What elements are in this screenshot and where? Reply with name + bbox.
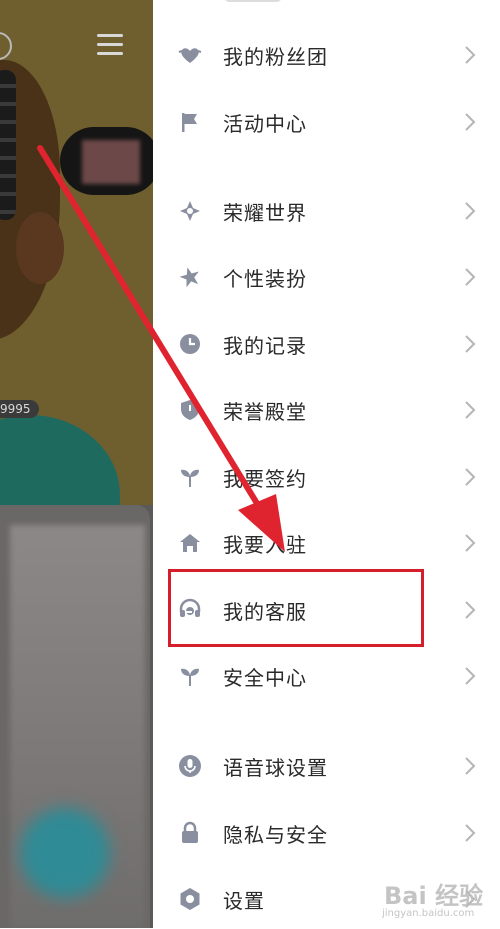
chevron-right-icon <box>462 754 478 778</box>
menu-item-label: 个性装扮 <box>223 266 307 291</box>
menu-item-activity-center[interactable]: 活动中心 <box>153 92 500 152</box>
home-icon <box>177 530 203 556</box>
sprout-icon <box>177 464 203 490</box>
menu-item-fan-club[interactable]: 我的粉丝团 <box>153 25 500 85</box>
watermark-logo: Bai 经验 <box>384 882 484 910</box>
shield-icon <box>177 397 203 423</box>
menu-item-glory-world[interactable]: 荣耀世界 <box>153 181 500 241</box>
background-count-badge: 9995 <box>0 400 39 418</box>
background-blurred-image <box>82 140 140 184</box>
menu-item-settle-in[interactable]: 我要入驻 <box>153 513 500 573</box>
baidu-jingyan-watermark: Bai 经验 jingyan.baidu.com <box>382 876 500 928</box>
hamburger-menu-icon[interactable] <box>97 34 123 61</box>
menu-item-label: 我的记录 <box>223 333 307 358</box>
menu-item-privacy-security[interactable]: 隐私与安全 <box>153 803 500 863</box>
menu-item-label: 设置 <box>223 888 265 913</box>
menu-item-security-center[interactable]: 安全中心 <box>153 646 500 706</box>
background-blurred-blob <box>20 808 110 898</box>
side-drawer-menu: 我的粉丝团 活动中心 荣耀世界 个性装扮 我的记录 荣誉殿堂 我要签约 我要入驻… <box>153 0 500 928</box>
star-icon <box>177 264 203 290</box>
menu-item-personalization[interactable]: 个性装扮 <box>153 247 500 307</box>
menu-item-label: 我要入驻 <box>223 532 307 557</box>
chevron-right-icon <box>462 531 478 555</box>
cut-off-top-item <box>223 0 283 2</box>
chevron-right-icon <box>462 199 478 223</box>
menu-item-label: 荣誉殿堂 <box>223 399 307 424</box>
chevron-right-icon <box>462 664 478 688</box>
menu-item-voice-ball-settings[interactable]: 语音球设置 <box>153 736 500 796</box>
heart-icon <box>177 42 203 68</box>
menu-item-label: 我的粉丝团 <box>223 44 328 69</box>
lock-icon <box>177 820 203 846</box>
chevron-right-icon <box>462 821 478 845</box>
menu-item-sign-contract[interactable]: 我要签约 <box>153 447 500 507</box>
background-app: 9995 <box>0 0 153 928</box>
menu-item-my-records[interactable]: 我的记录 <box>153 314 500 374</box>
clock-icon <box>177 331 203 357</box>
highlight-box <box>168 569 424 647</box>
menu-item-honor-hall[interactable]: 荣誉殿堂 <box>153 380 500 440</box>
avatar-ear <box>16 212 64 284</box>
chevron-right-icon <box>462 398 478 422</box>
chevron-right-icon <box>462 465 478 489</box>
sprout-icon <box>177 663 203 689</box>
chevron-right-icon <box>462 598 478 622</box>
chevron-right-icon <box>462 265 478 289</box>
chevron-right-icon <box>462 110 478 134</box>
microphone-icon <box>177 753 203 779</box>
menu-item-label: 语音球设置 <box>223 755 328 780</box>
diamond-star-icon <box>177 198 203 224</box>
avatar-braid <box>0 70 16 220</box>
menu-item-label: 荣耀世界 <box>223 200 307 225</box>
gear-icon <box>177 886 203 912</box>
menu-item-label: 安全中心 <box>223 665 307 690</box>
menu-item-label: 活动中心 <box>223 111 307 136</box>
menu-item-label: 我要签约 <box>223 466 307 491</box>
menu-item-label: 隐私与安全 <box>223 822 328 847</box>
chevron-right-icon <box>462 43 478 67</box>
flag-icon <box>177 109 203 135</box>
chevron-right-icon <box>462 332 478 356</box>
watermark-url: jingyan.baidu.com <box>382 908 475 919</box>
